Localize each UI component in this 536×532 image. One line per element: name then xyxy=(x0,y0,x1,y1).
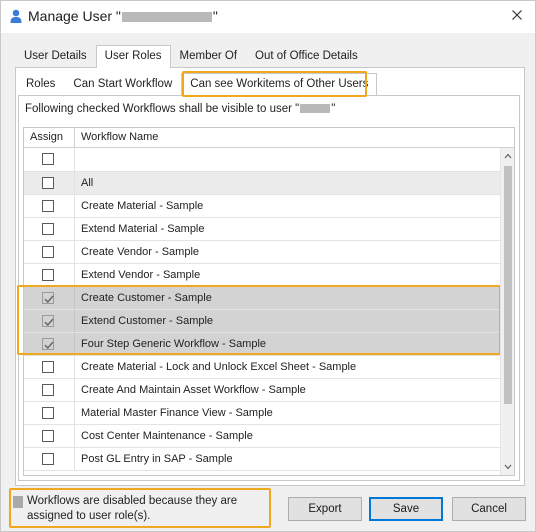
redacted-username xyxy=(300,104,331,114)
workflow-name-cell: Four Step Generic Workflow - Sample xyxy=(81,338,267,350)
column-header-assign[interactable]: Assign xyxy=(24,128,75,147)
assign-cell xyxy=(24,310,75,332)
disabled-legend: Workflows are disabled because they are … xyxy=(9,488,271,528)
assign-cell xyxy=(24,172,75,194)
window-title: Manage User " " xyxy=(28,8,218,24)
workflow-name-cell: Extend Vendor - Sample xyxy=(81,269,201,281)
assign-cell xyxy=(24,356,75,378)
close-icon[interactable] xyxy=(509,7,525,23)
table-row[interactable]: Material Master Finance View - Sample xyxy=(24,402,500,425)
legend-swatch xyxy=(13,496,23,508)
table-row[interactable]: Post GL Entry in SAP - Sample xyxy=(24,448,500,471)
workflow-name-cell: Extend Material - Sample xyxy=(81,223,205,235)
workflow-name-cell: Create Material - Lock and Unlock Excel … xyxy=(81,361,357,373)
workflow-name-cell: Cost Center Maintenance - Sample xyxy=(81,430,253,442)
tab-roles[interactable]: Roles xyxy=(17,73,64,95)
assign-cell xyxy=(24,425,75,447)
assign-cell xyxy=(24,195,75,217)
table-row[interactable]: Create Material - Sample xyxy=(24,195,500,218)
assign-checkbox xyxy=(42,315,54,327)
workflow-name-cell: Create Vendor - Sample xyxy=(81,246,200,258)
save-button[interactable]: Save xyxy=(369,497,443,521)
tab-can-see-workitems[interactable]: Can see Workitems of Other Users xyxy=(181,73,378,95)
inner-tab-strip: Roles Can Start Workflow Can see Workite… xyxy=(17,73,378,95)
vertical-scrollbar[interactable] xyxy=(500,148,514,475)
assign-cell xyxy=(24,218,75,240)
tab-user-roles[interactable]: User Roles xyxy=(95,45,171,68)
assign-checkbox[interactable] xyxy=(42,430,54,442)
column-header-workflow-name[interactable]: Workflow Name xyxy=(75,128,158,147)
workflow-name-cell: Create And Maintain Asset Workflow - Sam… xyxy=(81,384,306,396)
table-row: Extend Customer - Sample xyxy=(24,310,500,333)
assign-cell xyxy=(24,241,75,263)
title-bar: Manage User " " xyxy=(1,1,535,33)
tab-user-details[interactable]: User Details xyxy=(15,45,96,67)
manage-user-dialog: Manage User " " User Details User Roles M… xyxy=(0,0,536,532)
assign-checkbox xyxy=(42,292,54,304)
assign-checkbox[interactable] xyxy=(42,453,54,465)
workflow-name-cell: Extend Customer - Sample xyxy=(81,315,214,327)
table-row[interactable]: Create And Maintain Asset Workflow - Sam… xyxy=(24,379,500,402)
assign-checkbox[interactable] xyxy=(42,200,54,212)
workflow-name-cell: Create Material - Sample xyxy=(81,200,204,212)
filter-cell[interactable] xyxy=(75,148,81,171)
table-row[interactable]: Create Material - Lock and Unlock Excel … xyxy=(24,356,500,379)
scrollbar-thumb[interactable] xyxy=(504,166,512,404)
workflow-name-cell: All xyxy=(81,177,94,189)
assign-cell xyxy=(24,379,75,401)
assign-checkbox xyxy=(42,338,54,350)
outer-tab-strip: User Details User Roles Member Of Out of… xyxy=(15,45,367,68)
workflow-name-cell: Post GL Entry in SAP - Sample xyxy=(81,453,233,465)
workflow-name-cell: Material Master Finance View - Sample xyxy=(81,407,273,419)
description-text: Following checked Workflows shall be vis… xyxy=(25,103,336,115)
tab-can-start-workflow[interactable]: Can Start Workflow xyxy=(64,73,181,95)
export-button[interactable]: Export xyxy=(288,497,362,521)
assign-checkbox[interactable] xyxy=(42,177,54,189)
assign-cell xyxy=(24,264,75,286)
assign-cell xyxy=(24,333,75,355)
legend-text: Workflows are disabled because they are … xyxy=(27,495,238,522)
workflow-name-cell: Create Customer - Sample xyxy=(81,292,212,304)
assign-cell xyxy=(24,448,75,470)
grid-rows: All Create Material - Sample Extend Materi… xyxy=(24,148,500,471)
scroll-down-icon[interactable] xyxy=(504,463,512,471)
table-row[interactable]: All xyxy=(24,172,500,195)
assign-checkbox[interactable] xyxy=(42,361,54,373)
assign-checkbox[interactable] xyxy=(42,246,54,258)
table-row: Four Step Generic Workflow - Sample xyxy=(24,333,500,356)
user-icon xyxy=(10,9,22,23)
workflow-grid: Assign Workflow Name All Create Material … xyxy=(23,127,515,476)
assign-checkbox[interactable] xyxy=(42,223,54,235)
table-row[interactable]: Extend Material - Sample xyxy=(24,218,500,241)
assign-checkbox[interactable] xyxy=(42,384,54,396)
redacted-username xyxy=(121,12,212,23)
assign-checkbox[interactable] xyxy=(42,407,54,419)
cancel-button[interactable]: Cancel xyxy=(452,497,526,521)
grid-header: Assign Workflow Name xyxy=(24,128,514,148)
assign-cell xyxy=(24,402,75,424)
table-row: Create Customer - Sample xyxy=(24,287,500,310)
table-row[interactable]: Cost Center Maintenance - Sample xyxy=(24,425,500,448)
table-row[interactable]: Extend Vendor - Sample xyxy=(24,264,500,287)
filter-row xyxy=(24,148,500,172)
filter-checkbox[interactable] xyxy=(42,153,54,165)
tab-member-of[interactable]: Member Of xyxy=(171,45,247,67)
table-row[interactable]: Create Vendor - Sample xyxy=(24,241,500,264)
assign-checkbox[interactable] xyxy=(42,269,54,281)
tab-out-of-office-details[interactable]: Out of Office Details xyxy=(246,45,367,67)
scroll-up-icon[interactable] xyxy=(504,152,512,160)
assign-cell xyxy=(24,287,75,309)
